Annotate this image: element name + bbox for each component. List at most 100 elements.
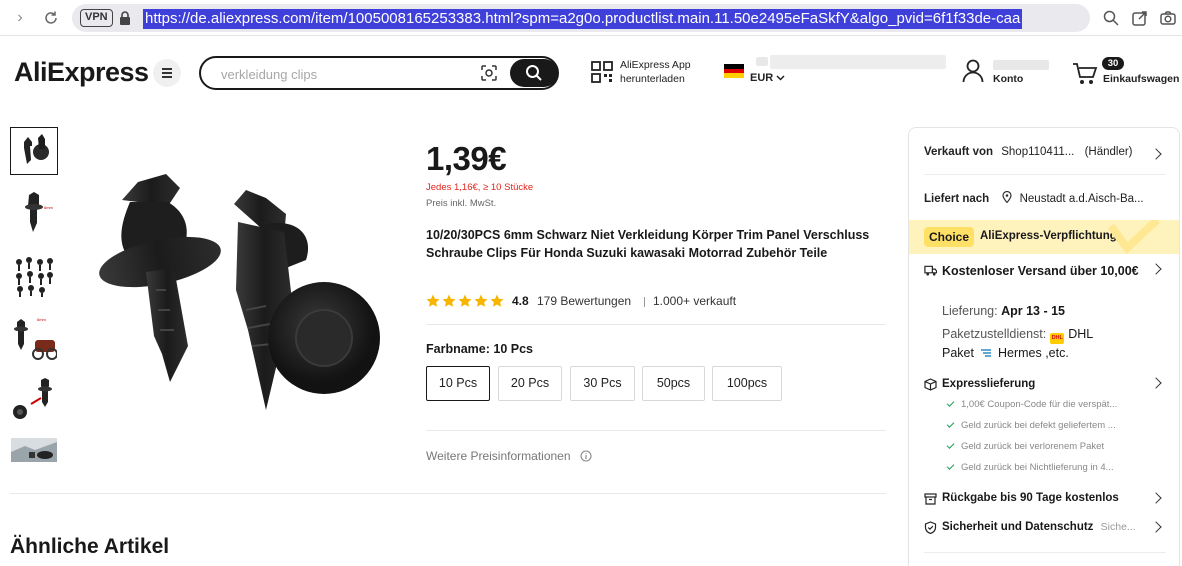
separator — [644, 297, 645, 307]
ship-to-row[interactable]: Liefert nach Neustadt a.d.Aisch-Ba... — [924, 190, 1144, 205]
search-icon — [526, 65, 542, 81]
tax-note: Preis inkl. MwSt. — [426, 198, 497, 209]
chevron-right-icon[interactable] — [1150, 263, 1162, 275]
ship-to-label: Liefert nach — [924, 193, 990, 205]
thumbnail-6[interactable] — [10, 437, 58, 463]
variant-10-pcs[interactable]: 10 Pcs — [426, 366, 490, 401]
security-more: Siche... — [1100, 521, 1136, 533]
seller-name[interactable]: Shop110411... — [1001, 146, 1074, 158]
more-price-info-label: Weitere Preisinformationen — [426, 449, 571, 463]
url-text[interactable]: https://de.aliexpress.com/item/100500816… — [143, 9, 1023, 29]
search-button[interactable] — [510, 59, 558, 87]
cart-count-badge: 30 — [1102, 57, 1124, 70]
security-row[interactable]: Sicherheit und Datenschutz Siche... — [942, 521, 1136, 533]
variant-100-pcs[interactable]: 100pcs — [712, 366, 782, 401]
chevron-down-icon — [776, 75, 785, 81]
sold-count: 1.000+ verkauft — [653, 294, 737, 308]
similar-items-heading: Ähnliche Artikel — [10, 535, 170, 558]
account-label: Konto — [993, 73, 1024, 85]
choice-badge: Choice — [924, 227, 975, 247]
choice-banner: Choice AliExpress-Verpflichtung — [909, 220, 1179, 254]
product-title: 10/20/30PCS 6mm Schwarz Niet Verkleidung… — [426, 228, 870, 260]
thumbnail-3[interactable] — [10, 251, 58, 299]
chevron-right-icon[interactable] — [1150, 492, 1162, 504]
variant-50-pcs[interactable]: 50pcs — [642, 366, 705, 401]
address-bar[interactable]: VPN https://de.aliexpress.com/item/10050… — [72, 4, 1090, 32]
express-benefit-1: 1,00€ Coupon-Code für die verspät... — [946, 399, 1117, 410]
truck-icon — [924, 265, 937, 276]
forward-icon[interactable]: › — [10, 8, 30, 28]
chevron-right-icon[interactable] — [1150, 377, 1162, 389]
express-benefit-2: Geld zurück bei defekt geliefertem ... — [946, 420, 1116, 431]
reload-icon[interactable] — [41, 8, 61, 28]
thumbnail-1[interactable] — [10, 127, 58, 175]
browser-toolbar: › VPN https://de.aliexpress.com/item/100… — [0, 0, 1182, 36]
account-link[interactable]: Konto — [962, 57, 1052, 89]
more-price-info-link[interactable]: Weitere Preisinformationen — [426, 449, 592, 463]
site-header: AliExpress AliExpress App herunterladen … — [0, 37, 1182, 109]
divider — [924, 552, 1166, 553]
shield-icon — [924, 521, 937, 534]
courier-row: Paketzustelldienst: DHL DHL — [942, 327, 1093, 344]
aliexpress-logo[interactable]: AliExpress — [14, 57, 149, 88]
chevron-right-icon — [1150, 148, 1162, 160]
hermes-icon — [980, 349, 991, 357]
screenshot-icon[interactable] — [1159, 9, 1177, 27]
app-download-link[interactable]: AliExpress App herunterladen — [590, 57, 710, 89]
bulk-price: Jedes 1,16€, ≥ 10 Stücke — [426, 182, 534, 193]
divider — [426, 430, 886, 431]
share-icon[interactable] — [1131, 9, 1149, 27]
location-pin-icon — [1002, 190, 1012, 204]
seller-row[interactable]: Verkauft von Shop110411... (Händler) — [924, 146, 1133, 158]
express-benefit-3: Geld zurück bei verlorenem Paket — [946, 441, 1104, 452]
review-count[interactable]: 179 Bewertungen — [537, 294, 631, 308]
currency-label: EUR — [750, 72, 774, 84]
variant-30-pcs[interactable]: 30 Pcs — [570, 366, 635, 401]
thumbnail-5[interactable] — [10, 375, 58, 423]
courier-row-2: Paket Hermes ,etc. — [942, 346, 1069, 360]
product-price: 1,39€ — [426, 140, 507, 177]
courier-line2-prefix: Paket — [942, 346, 974, 360]
image-search-icon[interactable] — [480, 64, 498, 82]
rating-stars-icon — [426, 294, 504, 307]
menu-button[interactable] — [153, 59, 181, 87]
product-main-image[interactable] — [70, 140, 405, 440]
delivery-label: Lieferung: — [942, 304, 998, 318]
thumbnail-2[interactable]: 6mm — [10, 189, 58, 237]
sold-by-label: Verkauft von — [924, 146, 994, 158]
vpn-badge[interactable]: VPN — [80, 9, 113, 27]
search-input[interactable] — [221, 65, 461, 83]
chevron-right-icon[interactable] — [1150, 521, 1162, 533]
dhl-icon: DHL — [1050, 333, 1065, 344]
choice-commitment: AliExpress-Verpflichtung — [980, 230, 1117, 242]
qr-code-icon — [591, 61, 613, 83]
info-icon — [580, 450, 592, 462]
lock-icon[interactable] — [119, 11, 131, 25]
search-box — [199, 56, 559, 90]
app-download-line1: AliExpress App — [620, 59, 691, 71]
germany-flag-icon — [724, 64, 744, 78]
app-download-line2: herunterladen — [620, 73, 685, 85]
courier-hermes: Hermes ,etc. — [997, 346, 1069, 360]
security-title: Sicherheit und Datenschutz — [942, 521, 1094, 533]
cart-icon — [1073, 63, 1098, 84]
variant-20-pcs[interactable]: 20 Pcs — [498, 366, 562, 401]
divider — [426, 324, 886, 325]
free-shipping-title[interactable]: Kostenloser Versand über 10,00€ — [942, 262, 1142, 280]
delivery-row: Lieferung: Apr 13 - 15 — [942, 304, 1065, 318]
express-benefit-4: Geld zurück bei Nichtlieferung in 4... — [946, 462, 1114, 473]
zoom-icon[interactable] — [1102, 9, 1120, 27]
cart-link[interactable]: 30 Einkaufswagen — [1072, 54, 1182, 92]
return-box-icon — [924, 493, 937, 505]
user-icon — [962, 59, 984, 83]
returns-title[interactable]: Rückgabe bis 90 Tage kostenlos — [942, 492, 1119, 504]
thumbnail-4[interactable]: 6mm — [10, 313, 58, 361]
blurred-text — [756, 57, 768, 66]
divider — [10, 493, 886, 494]
seller-type: (Händler) — [1084, 146, 1133, 158]
blurred-username — [993, 60, 1049, 70]
ship-to-location: Neustadt a.d.Aisch-Ba... — [1019, 193, 1144, 205]
blurred-shipping-text — [770, 55, 946, 69]
express-delivery-title[interactable]: Expresslieferung — [942, 378, 1035, 390]
package-icon — [924, 378, 937, 391]
